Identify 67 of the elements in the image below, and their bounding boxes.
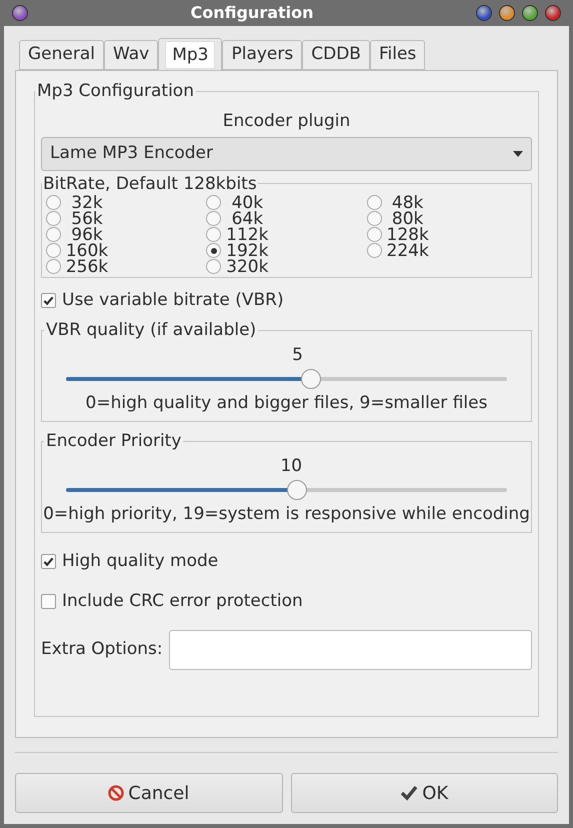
slider-hint: 0=high priority, 19=system is responsive while encoding (43, 503, 530, 526)
radio-button[interactable] (366, 227, 382, 242)
check-icon (400, 785, 418, 801)
checkbox[interactable] (41, 594, 56, 609)
radio-label: 128k (386, 226, 430, 242)
radio-button[interactable] (206, 195, 222, 210)
radio-button[interactable] (206, 227, 222, 242)
checkbox-label: Include CRC error protection (62, 590, 303, 612)
shade-icon[interactable] (476, 5, 492, 21)
checkbox[interactable] (41, 292, 56, 308)
checkbox-label: Use variable bitrate (VBR) (62, 288, 284, 312)
encoder-label: Encoder plugin (222, 110, 350, 132)
window-menu-icon[interactable] (12, 5, 28, 21)
radio-button[interactable] (46, 259, 61, 274)
radio-label: 192k (225, 242, 270, 258)
slider-hint: 0=high quality and bigger files, 9=smaller files (86, 392, 488, 415)
radio-label: 32k (70, 194, 104, 210)
radio-label: 40k (230, 194, 264, 210)
check-icon (43, 294, 54, 306)
tab[interactable]: General (19, 40, 104, 70)
extra-options-field[interactable] (168, 630, 532, 670)
tab[interactable]: Players (222, 40, 302, 70)
slider-thumb[interactable] (300, 369, 321, 389)
minimize-icon[interactable] (499, 5, 515, 21)
radio-label: 96k (71, 226, 103, 242)
radio-label: 48k (390, 194, 424, 210)
encoder-dropdown[interactable]: Lame MP3 Encoder (41, 136, 532, 170)
radio-button[interactable] (46, 227, 61, 242)
radio-button[interactable] (366, 211, 382, 226)
group-title: Mp3 Configuration (36, 80, 195, 103)
radio-label: 112k (225, 226, 270, 242)
radio-button[interactable] (46, 195, 61, 210)
slider-value: 5 (292, 344, 303, 367)
slider-value: 10 (280, 455, 302, 478)
check-icon (43, 556, 54, 568)
radio-label: 224k (386, 242, 430, 258)
radio-label: 80k (392, 210, 424, 226)
slider-thumb[interactable] (287, 480, 308, 500)
radio-label: 56k (70, 210, 104, 226)
group-title: BitRate, Default 128kbits (42, 172, 258, 194)
radio-label: 256k (65, 258, 109, 274)
cancel-icon (108, 785, 124, 801)
checkbox-label: High quality mode (62, 550, 218, 573)
radio-button[interactable] (206, 243, 222, 258)
radio-button[interactable] (206, 211, 222, 226)
radio-button[interactable] (206, 259, 222, 274)
checkbox[interactable] (41, 554, 56, 570)
tab[interactable]: Wav (104, 40, 158, 70)
tab[interactable]: Mp3 (158, 38, 222, 70)
radio-button[interactable] (46, 211, 61, 226)
radio-label: 320k (225, 258, 270, 274)
radio-label: 160k (65, 242, 109, 258)
tab[interactable]: Files (370, 40, 426, 70)
extra-options-label: Extra Options: (41, 638, 163, 662)
caret-icon (513, 150, 523, 156)
maximize-icon[interactable] (522, 5, 538, 21)
ok-button[interactable]: OK (290, 773, 558, 813)
radio-button[interactable] (366, 195, 382, 210)
radio-label: 64k (232, 210, 264, 226)
close-icon[interactable] (545, 5, 561, 21)
group-title: VBR quality (if available) (45, 319, 258, 341)
window-title: Configuration (190, 2, 314, 24)
radio-button[interactable] (366, 243, 382, 258)
tab[interactable]: CDDB (302, 40, 370, 70)
cancel-button[interactable]: Cancel (15, 773, 282, 813)
group-title: Encoder Priority (45, 430, 182, 452)
radio-button[interactable] (46, 243, 61, 258)
